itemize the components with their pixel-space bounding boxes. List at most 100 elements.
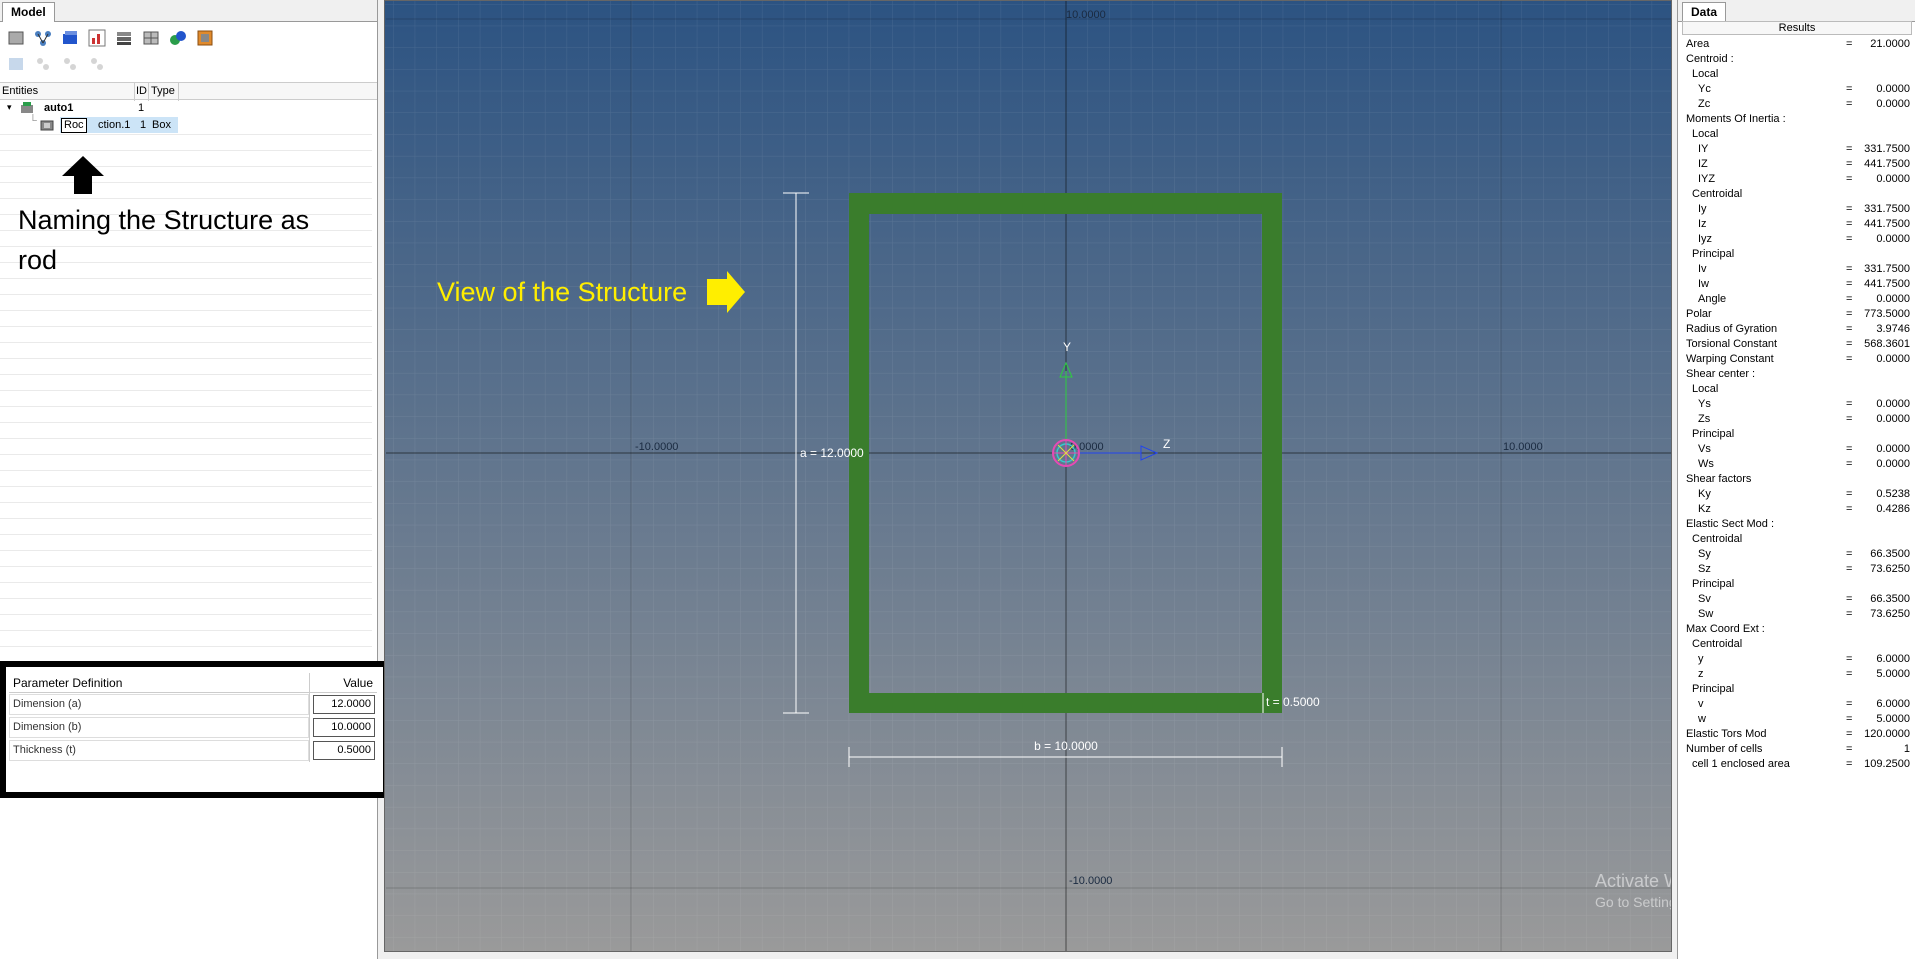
network-icon[interactable] [31,26,55,50]
dimension-a-input[interactable]: 12.0000 [313,695,375,714]
tick-bottom: -10.0000 [1069,875,1112,887]
results-header: Results [1682,21,1912,35]
result-row: Principal [1682,577,1915,592]
rename-input[interactable]: Roc [61,118,87,133]
data-tab-strip: Data [1678,0,1915,22]
result-value: 0.0000 [1876,98,1910,110]
collapse-arrow-icon[interactable]: ▾ [7,102,12,113]
type-column-header[interactable]: Type [151,85,175,97]
components-icon[interactable] [166,26,190,50]
tab-data[interactable]: Data [1682,2,1727,22]
result-value: 6.0000 [1876,698,1910,710]
result-value: 441.7500 [1864,278,1910,290]
result-value: 73.6250 [1870,608,1910,620]
result-row: Ky = 0.5238 [1682,487,1915,502]
param-row-dimension-a: Dimension (a) 12.0000 [9,693,377,716]
result-value: 441.7500 [1864,218,1910,230]
tab-model[interactable]: Model [2,2,55,22]
id-column-header[interactable]: ID [136,85,147,97]
result-row: Polar = 773.5000 [1682,307,1915,322]
result-label: Angle [1698,293,1727,305]
dimension-b-input[interactable]: 10.0000 [313,718,375,737]
up-arrow-icon [62,156,104,194]
result-row: Centroidal [1682,637,1915,652]
result-value: 73.6250 [1870,563,1910,575]
result-label: z [1698,668,1704,680]
result-row: w = 5.0000 [1682,712,1915,727]
dimension-b-label: b = 10.0000 [1034,739,1098,753]
result-value: 66.3500 [1870,593,1910,605]
materials-icon[interactable] [193,26,217,50]
tree-filter-icon[interactable] [85,52,109,76]
app-window: Model Entities ID Type ▾ auto1 1 └ Roc c… [0,0,1915,959]
result-row: Iw = 441.7500 [1682,277,1915,292]
tree-collapse-icon[interactable] [58,52,82,76]
result-equals: = [1846,548,1853,560]
new-model-icon[interactable] [4,26,28,50]
tick-left: -10.0000 [635,441,678,453]
result-row: Iv = 331.7500 [1682,262,1915,277]
result-label: Shear factors [1686,473,1752,485]
result-value: 120.0000 [1864,728,1910,740]
result-label: Principal [1692,683,1735,695]
chart-icon[interactable] [85,26,109,50]
result-row: y = 6.0000 [1682,652,1915,667]
graphics-viewport[interactable]: 10.0000 -10.0000 10.0000 -10.0000 0.0000… [384,0,1672,952]
result-equals: = [1846,98,1853,110]
result-equals: = [1846,713,1853,725]
entities-column-header[interactable]: Entities [2,85,38,97]
result-label: Zc [1698,98,1711,110]
result-equals: = [1846,698,1853,710]
result-equals: = [1846,668,1853,680]
result-equals: = [1846,338,1853,350]
result-label: Sy [1698,548,1711,560]
result-label: Warping Constant [1686,353,1774,365]
tree-expand-icon[interactable] [31,52,55,76]
result-equals: = [1846,173,1853,185]
y-axis-label: Y [1063,340,1071,354]
tree-item-name-rest: ction.1 [98,119,131,131]
tree-item-id: 1 [140,119,147,131]
layers-icon[interactable] [112,26,136,50]
result-equals: = [1846,263,1853,275]
model-toolbar-secondary [4,52,109,76]
solid-icon[interactable] [58,26,82,50]
result-label: Sv [1698,593,1711,605]
dimension-a-label: a = 12.0000 [800,446,864,460]
result-row: Angle = 0.0000 [1682,292,1915,307]
view-annotation: View of the Structure [437,277,687,307]
result-label: Sw [1698,608,1714,620]
result-label: Sz [1698,563,1711,575]
param-label: Dimension (a) [13,698,82,710]
thickness-input[interactable]: 0.5000 [313,741,375,760]
parameter-definition-panel: Parameter Definition Value Dimension (a)… [0,661,389,798]
result-value: 331.7500 [1864,143,1910,155]
result-label: Zs [1698,413,1711,425]
mesh-icon[interactable] [139,26,163,50]
result-label: cell 1 enclosed area [1692,758,1790,770]
result-row: Sy = 66.3500 [1682,547,1915,562]
result-label: Centroidal [1692,638,1743,650]
result-equals: = [1846,83,1853,95]
viewport-canvas[interactable]: 10.0000 -10.0000 10.0000 -10.0000 0.0000… [385,1,1672,952]
result-equals: = [1846,758,1853,770]
result-label: Ws [1698,458,1714,470]
tree-row-section[interactable]: └ Roc ction.1 1 Box [0,115,372,135]
result-row: Warping Constant = 0.0000 [1682,352,1915,367]
import-icon[interactable] [4,52,28,76]
result-equals: = [1846,653,1853,665]
result-label: Principal [1692,248,1735,260]
results-list: Area = 21.0000 Centroid : Local Yc = 0.0000 Zc = 0… [1682,37,1915,772]
result-label: IY [1698,143,1709,155]
result-row: Local [1682,127,1915,142]
result-label: Number of cells [1686,743,1763,755]
result-row: Centroidal [1682,532,1915,547]
section-icon [40,118,54,135]
result-equals: = [1846,308,1853,320]
result-label: Max Coord Ext : [1686,623,1765,635]
tree-row-auto1[interactable]: ▾ auto1 1 [0,101,372,117]
model-tab-strip: Model [0,0,377,22]
tree-item-id: 1 [138,102,145,114]
result-row: z = 5.0000 [1682,667,1915,682]
result-equals: = [1846,593,1853,605]
